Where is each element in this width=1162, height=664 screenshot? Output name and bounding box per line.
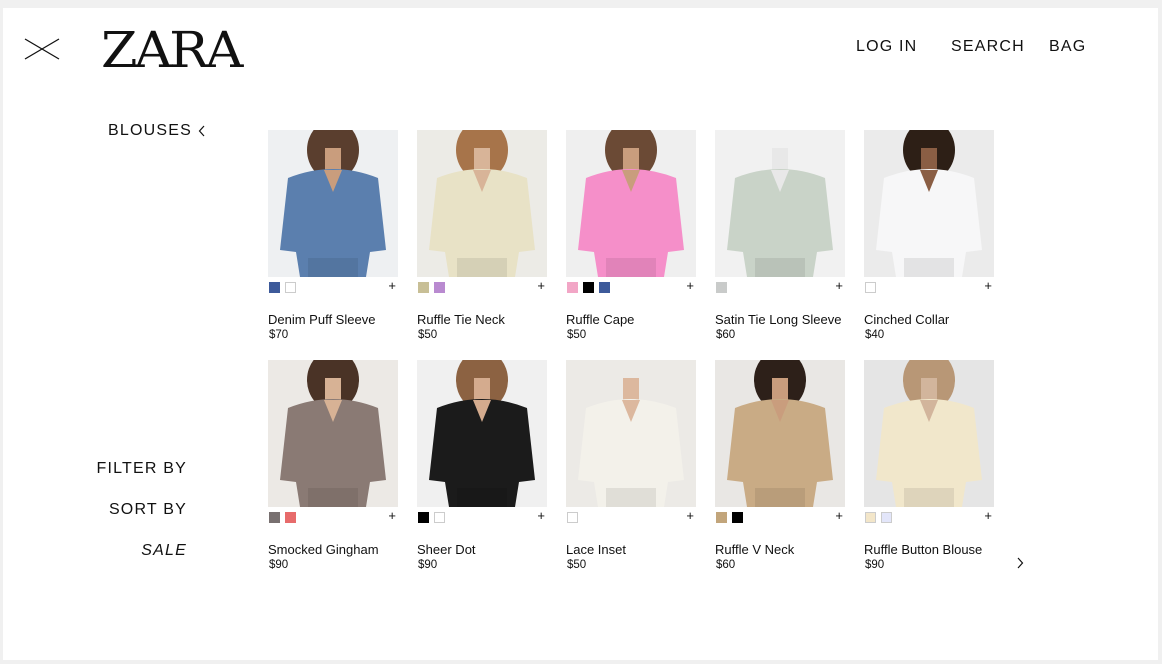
plus-icon[interactable]: + xyxy=(686,508,694,523)
color-swatch[interactable] xyxy=(881,512,892,523)
product-price: $50 xyxy=(567,559,587,571)
color-swatches xyxy=(567,282,610,293)
product-card[interactable]: + Denim Puff Sleeve $70 xyxy=(268,130,398,344)
color-swatches xyxy=(716,512,743,523)
product-price: $70 xyxy=(269,329,289,341)
product-image[interactable] xyxy=(715,360,845,507)
product-price: $50 xyxy=(567,329,587,341)
zara-logo[interactable]: ZARA xyxy=(101,24,243,76)
plus-icon[interactable]: + xyxy=(984,278,992,293)
color-swatch[interactable] xyxy=(418,282,429,293)
product-card[interactable]: + Lace Inset $50 xyxy=(566,360,696,574)
plus-icon[interactable]: + xyxy=(388,278,396,293)
chevron-left-icon xyxy=(198,125,205,137)
product-name[interactable]: Smocked Gingham xyxy=(268,542,379,557)
close-menu-button[interactable] xyxy=(24,38,60,60)
plus-icon[interactable]: + xyxy=(537,508,545,523)
color-swatch[interactable] xyxy=(865,282,876,293)
product-name[interactable]: Ruffle Tie Neck xyxy=(417,312,505,327)
search-link[interactable]: SEARCH xyxy=(951,38,1025,56)
product-name[interactable]: Lace Inset xyxy=(566,542,626,557)
bag-link[interactable]: BAG xyxy=(1049,38,1086,56)
product-image[interactable] xyxy=(417,360,547,507)
product-name[interactable]: Ruffle Button Blouse xyxy=(864,542,982,557)
chevron-right-icon xyxy=(1017,557,1024,569)
close-icon xyxy=(24,38,60,60)
color-swatch[interactable] xyxy=(434,282,445,293)
plus-icon[interactable]: + xyxy=(686,278,694,293)
filter-by-button[interactable]: FILTER BY xyxy=(3,460,187,478)
category-label: BLOUSES xyxy=(108,122,192,139)
product-name[interactable]: Satin Tie Long Sleeve xyxy=(715,312,841,327)
next-page-button[interactable] xyxy=(1016,556,1024,574)
color-swatches xyxy=(716,282,727,293)
product-image[interactable] xyxy=(715,130,845,277)
color-swatch[interactable] xyxy=(599,282,610,293)
plus-icon[interactable]: + xyxy=(388,508,396,523)
color-swatch[interactable] xyxy=(716,512,727,523)
product-price: $60 xyxy=(716,559,736,571)
product-image[interactable] xyxy=(566,360,696,507)
product-image[interactable] xyxy=(268,130,398,277)
color-swatch[interactable] xyxy=(567,512,578,523)
product-image[interactable] xyxy=(566,130,696,277)
product-name[interactable]: Ruffle V Neck xyxy=(715,542,794,557)
product-price: $60 xyxy=(716,329,736,341)
color-swatch[interactable] xyxy=(434,512,445,523)
category-title[interactable]: BLOUSES xyxy=(108,122,206,140)
product-card[interactable]: + Sheer Dot $90 xyxy=(417,360,547,574)
color-swatch[interactable] xyxy=(567,282,578,293)
product-price: $40 xyxy=(865,329,885,341)
sort-by-button[interactable]: SORT BY xyxy=(3,501,187,519)
color-swatch[interactable] xyxy=(269,282,280,293)
color-swatch[interactable] xyxy=(418,512,429,523)
color-swatch[interactable] xyxy=(285,512,296,523)
product-name[interactable]: Cinched Collar xyxy=(864,312,949,327)
product-name[interactable]: Denim Puff Sleeve xyxy=(268,312,375,327)
product-name[interactable]: Ruffle Cape xyxy=(566,312,634,327)
color-swatches xyxy=(269,512,296,523)
product-price: $50 xyxy=(418,329,438,341)
color-swatch[interactable] xyxy=(732,512,743,523)
product-card[interactable]: + Ruffle Button Blouse $90 xyxy=(864,360,994,574)
color-swatch[interactable] xyxy=(583,282,594,293)
product-card[interactable]: + Satin Tie Long Sleeve $60 xyxy=(715,130,845,344)
color-swatches xyxy=(269,282,296,293)
color-swatches xyxy=(865,512,892,523)
product-card[interactable]: + Ruffle Tie Neck $50 xyxy=(417,130,547,344)
product-price: $90 xyxy=(418,559,438,571)
plus-icon[interactable]: + xyxy=(984,508,992,523)
color-swatch[interactable] xyxy=(865,512,876,523)
product-card[interactable]: + Cinched Collar $40 xyxy=(864,130,994,344)
product-price: $90 xyxy=(269,559,289,571)
color-swatches xyxy=(865,282,876,293)
page: ZARA LOG IN SEARCH BAG BLOUSES FILTER BY… xyxy=(3,8,1158,660)
product-card[interactable]: + Ruffle V Neck $60 xyxy=(715,360,845,574)
plus-icon[interactable]: + xyxy=(835,278,843,293)
product-card[interactable]: + Smocked Gingham $90 xyxy=(268,360,398,574)
color-swatch[interactable] xyxy=(269,512,280,523)
sale-link[interactable]: SALE xyxy=(3,542,187,560)
product-card[interactable]: + Ruffle Cape $50 xyxy=(566,130,696,344)
color-swatches xyxy=(567,512,578,523)
product-image[interactable] xyxy=(417,130,547,277)
product-image[interactable] xyxy=(864,130,994,277)
product-name[interactable]: Sheer Dot xyxy=(417,542,476,557)
product-grid: + Denim Puff Sleeve $70 + Ruffle Tie Neck $50… xyxy=(268,130,994,574)
plus-icon[interactable]: + xyxy=(537,278,545,293)
product-image[interactable] xyxy=(864,360,994,507)
color-swatch[interactable] xyxy=(285,282,296,293)
color-swatch[interactable] xyxy=(716,282,727,293)
plus-icon[interactable]: + xyxy=(835,508,843,523)
color-swatches xyxy=(418,282,445,293)
product-price: $90 xyxy=(865,559,885,571)
login-link[interactable]: LOG IN xyxy=(856,38,917,56)
product-image[interactable] xyxy=(268,360,398,507)
color-swatches xyxy=(418,512,445,523)
